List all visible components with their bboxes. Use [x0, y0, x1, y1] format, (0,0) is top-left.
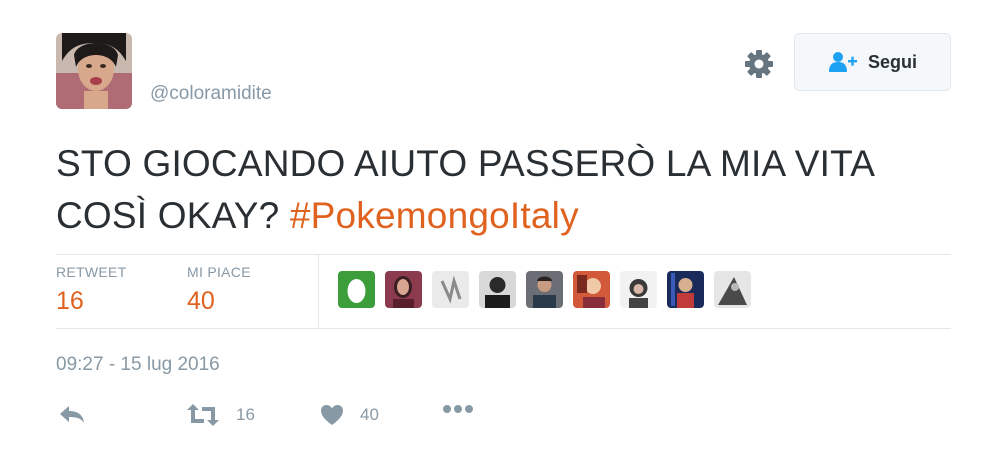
user-avatar-icon — [667, 271, 704, 308]
liker-avatar[interactable] — [338, 271, 375, 308]
add-user-icon — [828, 52, 857, 72]
avatar[interactable] — [56, 33, 132, 109]
tweet-timestamp[interactable]: 09:27 - 15 lug 2016 — [56, 354, 220, 376]
retweet-count: 16 — [236, 405, 255, 424]
user-avatar-icon — [385, 271, 422, 308]
liker-avatar[interactable] — [667, 271, 704, 308]
divider — [56, 328, 951, 329]
user-avatar-icon — [714, 271, 751, 308]
like-stat-label: MI PIACE — [187, 264, 251, 280]
stats-divider — [318, 254, 319, 328]
user-avatar-icon — [479, 271, 516, 308]
like-stat[interactable]: MI PIACE 40 — [187, 264, 251, 316]
liker-avatar[interactable] — [620, 271, 657, 308]
retweet-stat[interactable]: RETWEET 16 — [56, 264, 127, 316]
egg-avatar-icon — [338, 271, 375, 308]
liker-avatar[interactable] — [432, 271, 469, 308]
divider — [56, 254, 951, 255]
reply-icon — [60, 406, 84, 423]
retweet-stat-value: 16 — [56, 287, 84, 315]
liker-avatar[interactable] — [385, 271, 422, 308]
like-stat-value: 40 — [187, 287, 215, 315]
like-count: 40 — [360, 405, 379, 424]
user-avatar-icon — [620, 271, 657, 308]
hashtag-link[interactable]: #PokemongoItaly — [290, 195, 579, 236]
heart-icon — [321, 405, 343, 425]
profile-photo-icon — [56, 33, 132, 109]
liker-avatar[interactable] — [479, 271, 516, 308]
user-avatar-icon — [526, 271, 563, 308]
retweet-stat-label: RETWEET — [56, 264, 127, 280]
more-button[interactable] — [442, 404, 474, 414]
liker-avatar[interactable] — [573, 271, 610, 308]
follow-button[interactable]: Segui — [794, 33, 951, 91]
liker-avatar[interactable] — [526, 271, 563, 308]
liker-avatar[interactable] — [714, 271, 751, 308]
retweet-icon — [187, 404, 219, 426]
like-button[interactable]: 40 — [320, 404, 379, 426]
reply-button[interactable] — [58, 404, 86, 424]
user-handle[interactable]: @coloramidite — [150, 83, 272, 105]
likers-list — [338, 271, 751, 308]
tweet-text: STO GIOCANDO AIUTO PASSERÒ LA MIA VITA C… — [56, 138, 936, 242]
retweet-button[interactable]: 16 — [186, 404, 255, 426]
gear-icon[interactable] — [742, 47, 776, 81]
more-icon — [443, 405, 473, 413]
user-avatar-icon — [573, 271, 610, 308]
user-avatar-icon — [432, 271, 469, 308]
follow-button-label: Segui — [867, 51, 917, 72]
